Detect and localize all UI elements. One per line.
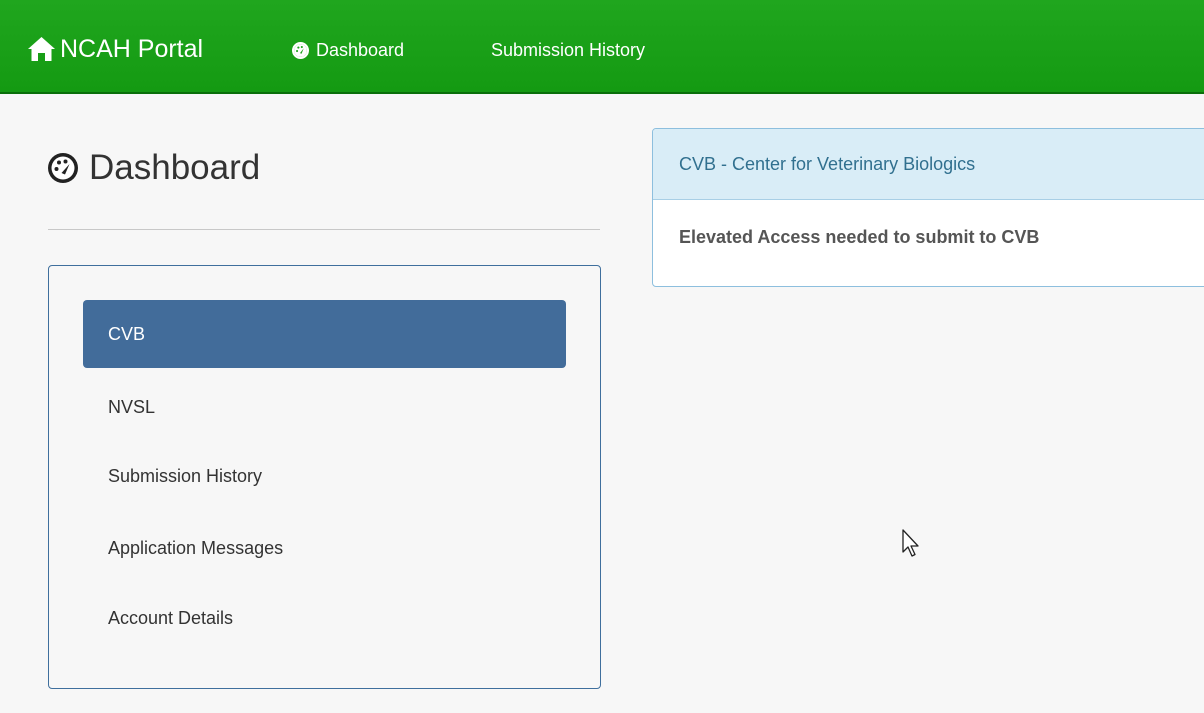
side-nav-item-label: NVSL xyxy=(108,396,156,417)
home-icon xyxy=(27,36,56,62)
side-nav-item-application-messages[interactable]: Application Messages xyxy=(83,514,566,582)
side-nav-item-cvb[interactable]: CVB xyxy=(83,300,566,368)
nav-submission-history-label: Submission History xyxy=(491,39,646,60)
side-nav-panel: CVB NVSL Submission History Application … xyxy=(48,265,601,689)
brand-label: NCAH Portal xyxy=(60,34,204,63)
dashboard-gauge-icon xyxy=(292,41,309,59)
side-nav-item-account-details[interactable]: Account Details xyxy=(83,584,566,652)
brand-link[interactable]: NCAH Portal xyxy=(27,31,203,67)
dashboard-gauge-icon xyxy=(47,152,79,184)
nav-dashboard-link[interactable]: Dashboard xyxy=(292,37,404,63)
info-panel-body: Elevated Access needed to submit to CVB xyxy=(679,226,1040,247)
mouse-cursor-icon xyxy=(900,528,922,560)
info-panel-heading: CVB - Center for Veterinary Biologics xyxy=(653,129,1204,200)
cvb-info-panel: CVB - Center for Veterinary Biologics El… xyxy=(652,128,1204,287)
side-nav-item-submission-history[interactable]: Submission History xyxy=(83,442,566,510)
top-navbar: NCAH Portal Dashboard Submission History xyxy=(0,0,1204,94)
header-divider xyxy=(48,229,600,230)
nav-dashboard-label: Dashboard xyxy=(316,39,405,60)
side-nav-item-label: CVB xyxy=(108,323,146,344)
side-nav-item-label: Account Details xyxy=(108,607,234,628)
nav-submission-history-link[interactable]: Submission History xyxy=(491,37,645,63)
side-nav-item-nvsl[interactable]: NVSL xyxy=(83,373,566,441)
side-nav-item-label: Application Messages xyxy=(108,537,284,558)
page-title-text: Dashboard xyxy=(89,148,261,187)
side-nav-item-label: Submission History xyxy=(108,465,263,486)
page-title: Dashboard xyxy=(47,148,260,188)
